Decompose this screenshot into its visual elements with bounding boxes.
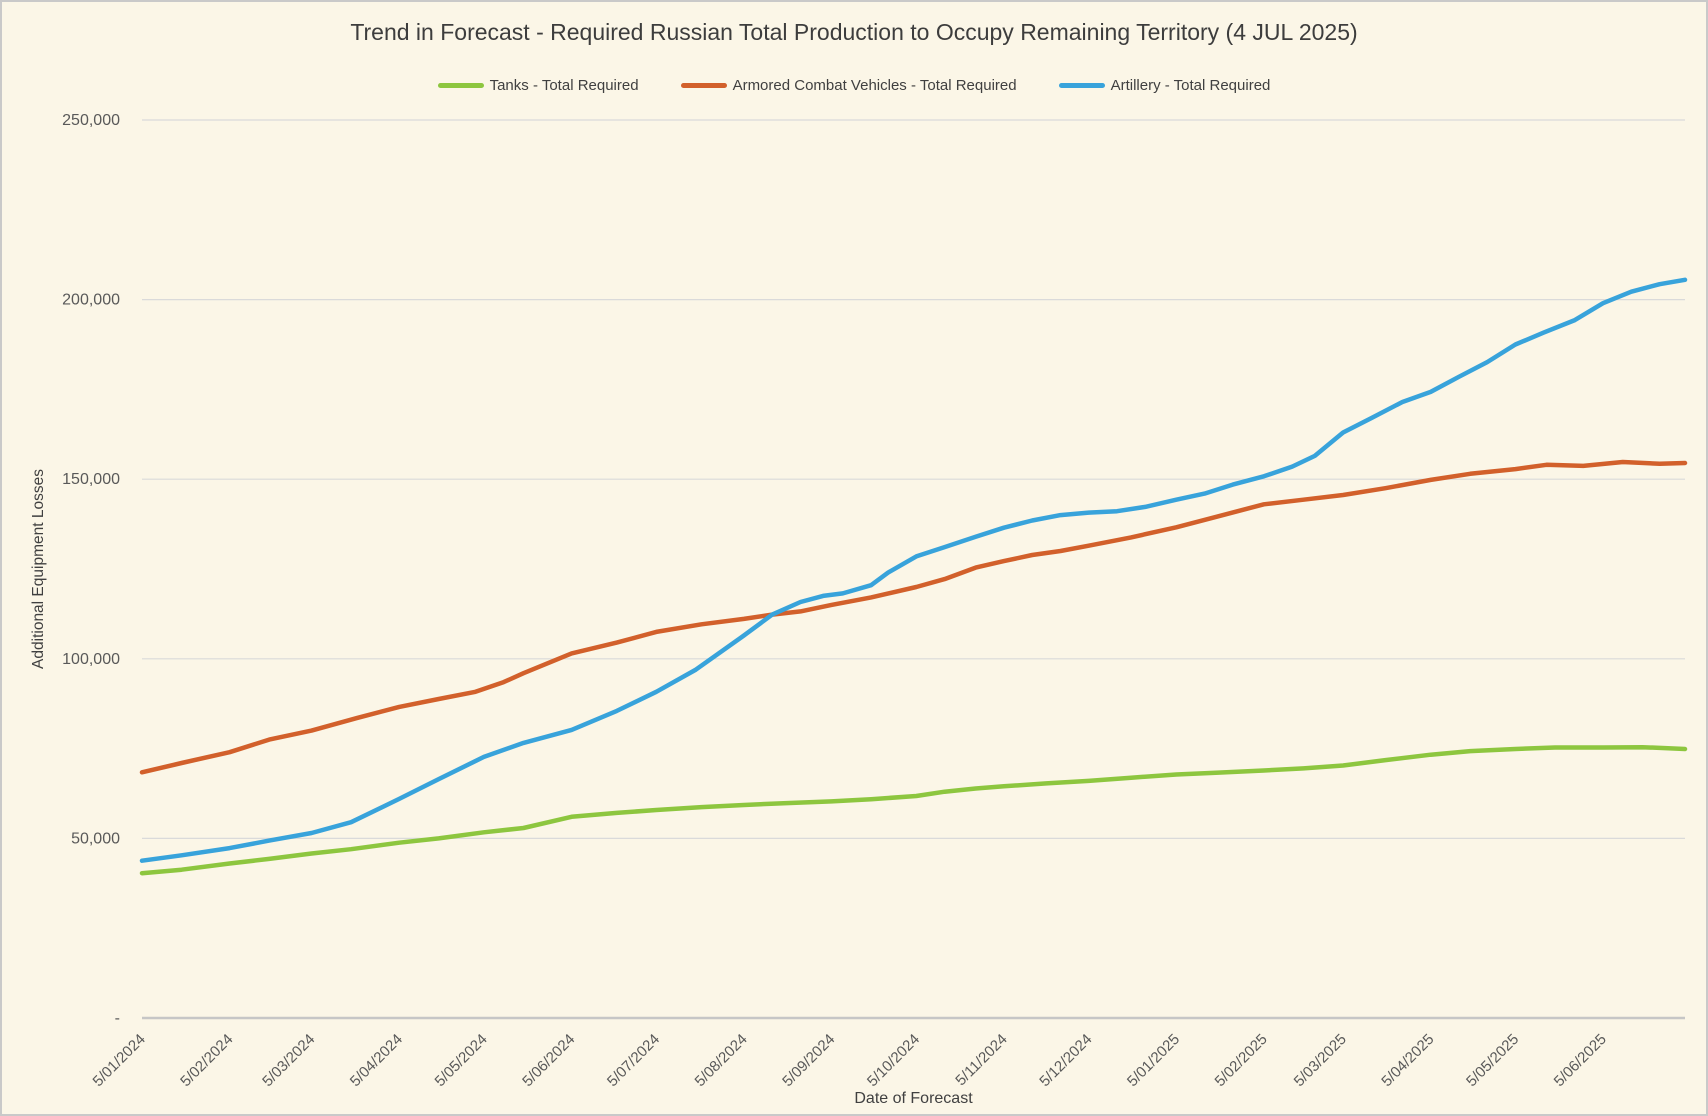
line-chart: Trend in Forecast - Required Russian Tot… [0,0,1708,1116]
y-tick-label: - [115,1010,120,1027]
x-tick-label: 5/03/2024 [259,1031,318,1090]
x-axis-title: Date of Forecast [854,1090,973,1107]
x-tick-label: 5/05/2024 [432,1031,491,1090]
x-tick-label: 5/11/2024 [952,1031,1010,1089]
x-tick-label: 5/04/2024 [347,1031,406,1090]
x-tick-label: 5/06/2024 [519,1031,578,1090]
y-tick-label: 250,000 [62,112,120,129]
y-axis-title: Additional Equipment Losses [30,469,47,669]
x-tick-label: 5/07/2024 [604,1031,663,1090]
x-tick-label: 5/03/2025 [1291,1031,1350,1090]
x-tick-label: 5/02/2024 [177,1031,236,1090]
x-tick-label: 5/01/2024 [90,1031,149,1090]
x-tick-label: 5/05/2025 [1463,1031,1522,1090]
x-tick-label: 5/08/2024 [692,1031,751,1090]
y-tick-label: 100,000 [62,651,120,668]
chart-plot-area: - 50,000 100,000 150,000 200,000 250,000 5/01/… [62,112,1688,1090]
x-tick-label: 5/10/2024 [864,1031,923,1090]
x-tick-label: 5/02/2025 [1212,1031,1271,1090]
x-tick-label: 5/12/2024 [1036,1031,1095,1090]
series-line-armored [139,459,1688,775]
x-tick-label: 5/01/2025 [1124,1031,1183,1090]
x-tick-label: 5/04/2025 [1378,1031,1437,1090]
x-tick-label: 5/06/2025 [1551,1031,1610,1090]
y-tick-label: 200,000 [62,292,120,309]
series-line-artillery [139,277,1688,863]
x-tick-label: 5/09/2024 [779,1031,838,1090]
y-tick-label: 150,000 [62,471,120,488]
y-tick-label: 50,000 [71,830,120,847]
